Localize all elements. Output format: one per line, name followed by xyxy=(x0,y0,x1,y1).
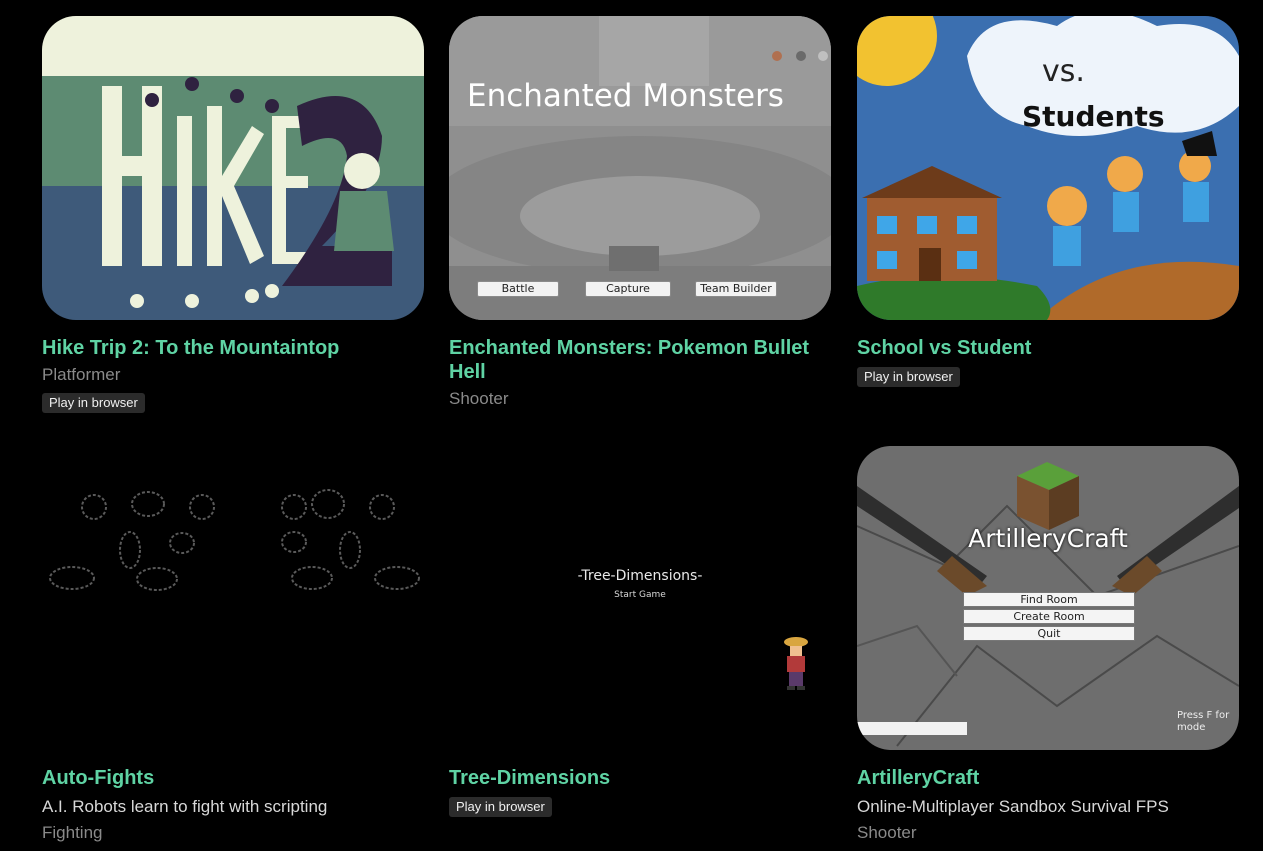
game-title-link[interactable]: School vs Student xyxy=(857,336,1239,360)
game-grid: Hike Trip 2: To the Mountaintop Platform… xyxy=(0,0,1263,851)
hint-text: Press F for mode xyxy=(1177,710,1230,733)
game-card: Auto-Fights A.I. Robots learn to fight w… xyxy=(42,446,424,844)
game-thumbnail[interactable] xyxy=(42,16,424,320)
play-in-browser-badge: Play in browser xyxy=(449,797,552,817)
game-title-link[interactable]: Tree-Dimensions xyxy=(449,766,831,790)
game-thumbnail[interactable]: ArtilleryCraft Find Room Create Room Qui… xyxy=(857,446,1239,750)
game-genre: Fighting xyxy=(42,823,103,842)
svg-text:vs.: vs. xyxy=(1042,54,1085,89)
quit-button[interactable]: Quit xyxy=(963,626,1135,641)
game-genre: Platformer xyxy=(42,365,121,384)
play-in-browser-badge: Play in browser xyxy=(857,367,960,387)
game-card: ArtilleryCraft Find Room Create Room Qui… xyxy=(857,446,1239,844)
school-vs-student-artwork: vs. Students xyxy=(857,16,1239,320)
game-genre: Shooter xyxy=(857,823,917,842)
game-card: Enchanted Monsters Battle Capture Team B… xyxy=(449,16,831,410)
play-in-browser-badge: Play in browser xyxy=(42,393,145,413)
svg-text:Students: Students xyxy=(1022,100,1165,133)
start-game-button[interactable]: Start Game xyxy=(449,590,831,600)
thumbnail-title: -Tree-Dimensions- xyxy=(577,568,703,584)
game-card: -Tree-Dimensions- Start Game Tree-Dimens… xyxy=(449,446,831,817)
thumbnail-title: ArtilleryCraft xyxy=(968,524,1128,553)
game-title-link[interactable]: Auto-Fights xyxy=(42,766,424,790)
game-genre: Shooter xyxy=(449,389,509,408)
game-thumbnail[interactable]: -Tree-Dimensions- Start Game xyxy=(449,446,831,750)
player-sprite xyxy=(784,637,808,690)
thumbnail-title: Enchanted Monsters xyxy=(467,78,784,114)
auto-fights-artwork xyxy=(42,446,424,750)
game-thumbnail[interactable]: vs. Students xyxy=(857,16,1239,320)
capture-button[interactable]: Capture xyxy=(585,281,671,297)
game-card: vs. Students School vs Student Play in b… xyxy=(857,16,1239,387)
find-room-button[interactable]: Find Room xyxy=(963,592,1135,607)
game-thumbnail[interactable]: Enchanted Monsters Battle Capture Team B… xyxy=(449,16,831,320)
game-description: Online-Multiplayer Sandbox Survival FPS xyxy=(857,797,1169,816)
enchanted-monsters-artwork xyxy=(449,16,831,320)
hike-trip-artwork xyxy=(42,16,424,320)
game-thumbnail[interactable] xyxy=(42,446,424,750)
game-card: Hike Trip 2: To the Mountaintop Platform… xyxy=(42,16,424,413)
team-builder-button[interactable]: Team Builder xyxy=(695,281,777,297)
battle-button[interactable]: Battle xyxy=(477,281,559,297)
game-title-link[interactable]: ArtilleryCraft xyxy=(857,766,1239,790)
game-title-link[interactable]: Enchanted Monsters: Pokemon Bullet Hell xyxy=(449,336,831,384)
input-bar xyxy=(857,722,967,735)
game-title-link[interactable]: Hike Trip 2: To the Mountaintop xyxy=(42,336,424,360)
game-description: A.I. Robots learn to fight with scriptin… xyxy=(42,797,328,816)
create-room-button[interactable]: Create Room xyxy=(963,609,1135,624)
